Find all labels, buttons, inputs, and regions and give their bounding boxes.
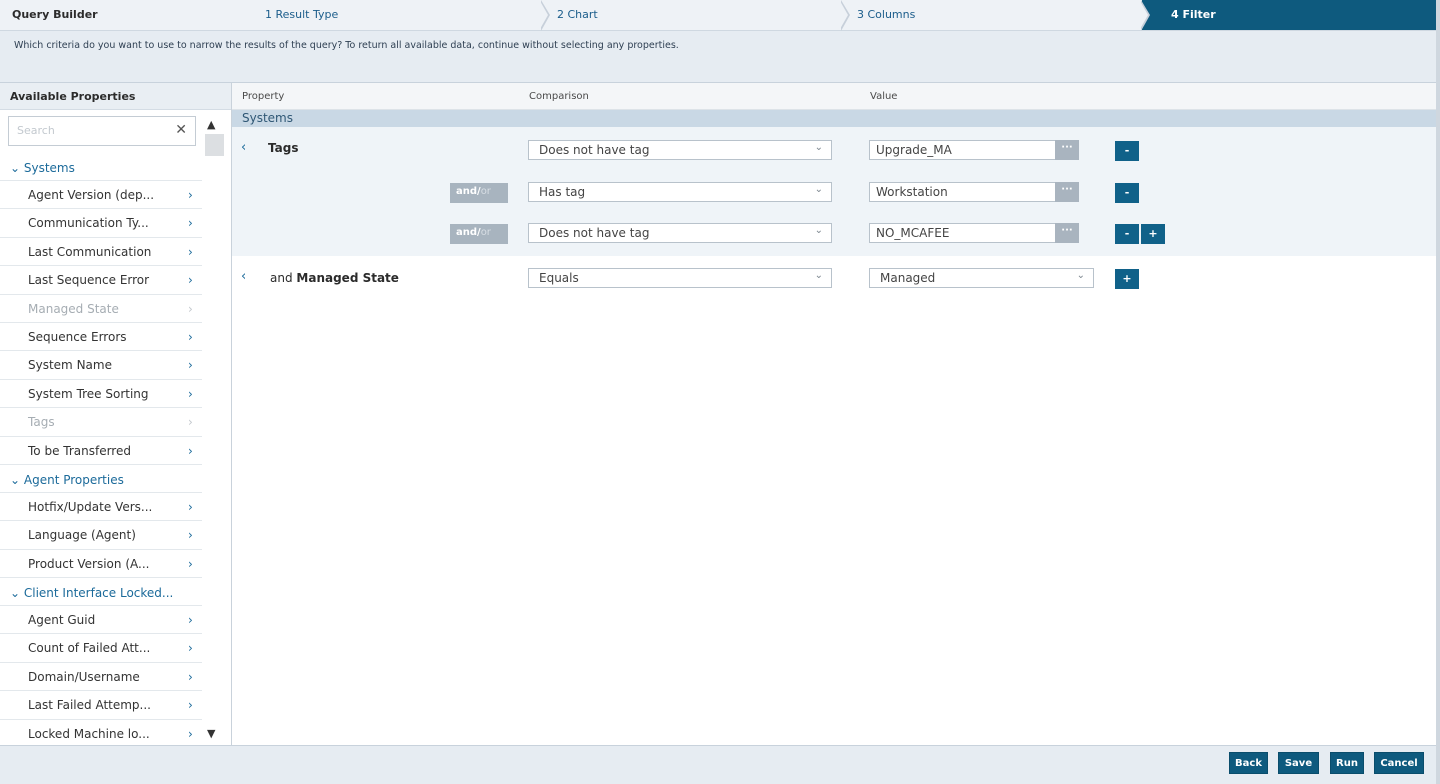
- available-properties-title: Available Properties: [0, 83, 231, 110]
- chevron-right-icon: ›: [188, 188, 193, 202]
- window-edge: [1436, 0, 1440, 784]
- list-item[interactable]: Domain/Username ›: [0, 663, 202, 692]
- chevron-right-icon: ›: [188, 556, 193, 571]
- list-item: Tags ›: [0, 408, 202, 437]
- chevron-right-icon: ›: [188, 669, 193, 684]
- section-systems: Systems: [232, 110, 1436, 127]
- value-select[interactable]: Managed ⌄: [869, 268, 1094, 288]
- chevron-down-icon[interactable]: ▼: [207, 727, 215, 740]
- chevron-right-icon: ›: [188, 528, 193, 543]
- list-item[interactable]: Agent Version (dep... ›: [0, 181, 202, 210]
- property-list: ⌄ Systems Agent Version (dep... › Communi…: [0, 153, 202, 749]
- comparison-select[interactable]: Does not have tag ⌄: [528, 223, 832, 243]
- list-item[interactable]: Communication Ty... ›: [0, 209, 202, 238]
- comparison-select[interactable]: Does not have tag ⌄: [528, 140, 832, 160]
- chevron-down-icon: ⌄: [814, 142, 823, 153]
- chevron-right-icon: ›: [188, 301, 193, 316]
- chevron-right-icon: ›: [188, 273, 193, 288]
- group-agent-properties[interactable]: ⌄ Agent Properties: [0, 465, 202, 493]
- chevron-left-icon[interactable]: ‹: [241, 140, 246, 155]
- chevron-right-icon: ›: [188, 329, 193, 344]
- andor-toggle[interactable]: and/or: [450, 183, 508, 203]
- chevron-left-icon[interactable]: ‹: [241, 269, 246, 284]
- list-item[interactable]: Hotfix/Update Vers... ›: [0, 493, 202, 522]
- step-chart[interactable]: 2 Chart: [542, 0, 850, 31]
- group-systems[interactable]: ⌄ Systems: [0, 153, 202, 181]
- chevron-right-icon: ›: [188, 613, 193, 628]
- browse-button[interactable]: ···: [1055, 223, 1079, 243]
- chevron-right-icon: ›: [188, 499, 193, 514]
- value-input[interactable]: NO_MCAFEE: [869, 223, 1056, 243]
- back-button[interactable]: Back: [1229, 752, 1268, 774]
- browse-button[interactable]: ···: [1055, 182, 1079, 202]
- chevron-right-icon: ›: [188, 415, 193, 430]
- list-item[interactable]: Count of Failed Att... ›: [0, 634, 202, 663]
- remove-row-button[interactable]: -: [1115, 224, 1139, 244]
- step-columns[interactable]: 3 Columns: [842, 0, 1150, 31]
- property-managed-state: and Managed State: [270, 271, 399, 285]
- chevron-right-icon: ›: [188, 244, 193, 259]
- chevron-down-icon: ⌄: [1076, 270, 1085, 281]
- save-button[interactable]: Save: [1278, 752, 1319, 774]
- chevron-down-icon: ⌄: [814, 225, 823, 236]
- filter-panel: Property Comparison Value Systems ‹ Tags…: [232, 83, 1436, 745]
- instruction-band: Which criteria do you want to use to nar…: [0, 31, 1440, 83]
- list-item[interactable]: Locked Machine lo... ›: [0, 720, 202, 749]
- column-headers: Property Comparison Value: [232, 83, 1436, 110]
- list-item[interactable]: Sequence Errors ›: [0, 323, 202, 352]
- comparison-select[interactable]: Has tag ⌄: [528, 182, 832, 202]
- property-tags: Tags: [268, 141, 299, 155]
- column-value: Value: [870, 91, 898, 102]
- run-button[interactable]: Run: [1330, 752, 1364, 774]
- step-filter[interactable]: 4 Filter: [1142, 0, 1440, 30]
- chevron-right-icon: ›: [188, 358, 193, 373]
- chevron-up-icon[interactable]: ▲: [207, 118, 215, 131]
- column-property: Property: [242, 91, 285, 102]
- list-item: Managed State ›: [0, 295, 202, 323]
- remove-row-button[interactable]: -: [1115, 141, 1139, 161]
- step-result-type[interactable]: 1 Result Type: [250, 0, 550, 31]
- list-item[interactable]: Last Sequence Error ›: [0, 266, 202, 295]
- search-input[interactable]: [9, 117, 169, 143]
- chevron-right-icon: ›: [188, 386, 193, 401]
- column-comparison: Comparison: [529, 91, 589, 102]
- list-item[interactable]: System Name ›: [0, 351, 202, 380]
- andor-toggle[interactable]: and/or: [450, 224, 508, 244]
- list-item[interactable]: To be Transferred ›: [0, 437, 202, 465]
- list-item[interactable]: System Tree Sorting ›: [0, 380, 202, 409]
- list-item[interactable]: Product Version (A... ›: [0, 550, 202, 579]
- instruction-text: Which criteria do you want to use to nar…: [14, 40, 679, 51]
- footer-bar: Back Save Run Cancel: [0, 745, 1440, 784]
- browse-button[interactable]: ···: [1055, 140, 1079, 160]
- list-item[interactable]: Agent Guid ›: [0, 606, 202, 635]
- search-box: ✕: [8, 116, 196, 146]
- add-row-button[interactable]: +: [1115, 269, 1139, 289]
- chevron-right-icon: ›: [188, 698, 193, 713]
- scrollbar-thumb[interactable]: [205, 134, 224, 156]
- close-icon[interactable]: ✕: [175, 122, 187, 138]
- chevron-right-icon: ›: [188, 216, 193, 231]
- chevron-right-icon: ›: [188, 443, 193, 458]
- list-item[interactable]: Language (Agent) ›: [0, 521, 202, 550]
- list-item[interactable]: Last Communication ›: [0, 238, 202, 267]
- list-item[interactable]: Last Failed Attemp... ›: [0, 691, 202, 720]
- cancel-button[interactable]: Cancel: [1374, 752, 1424, 774]
- value-input[interactable]: Upgrade_MA: [869, 140, 1056, 160]
- chevron-right-icon: ›: [188, 726, 193, 741]
- wizard-steps: Query Builder 1 Result Type 2 Chart 3 Co…: [0, 0, 1440, 31]
- add-row-button[interactable]: +: [1141, 224, 1165, 244]
- available-properties-panel: Available Properties ✕ ▲ ▼ ⌄ Systems Age…: [0, 83, 232, 749]
- comparison-select[interactable]: Equals ⌄: [528, 268, 832, 288]
- group-client-interface-locked[interactable]: ⌄ Client Interface Locked...: [0, 578, 202, 607]
- value-input[interactable]: Workstation: [869, 182, 1056, 202]
- chevron-down-icon: ⌄: [814, 184, 823, 195]
- chevron-right-icon: ›: [188, 641, 193, 656]
- chevron-down-icon: ⌄: [814, 270, 823, 281]
- tags-filter-block: ‹ Tags Does not have tag ⌄ Upgrade_MA ···…: [232, 127, 1436, 256]
- wizard-title: Query Builder: [12, 8, 98, 21]
- remove-row-button[interactable]: -: [1115, 183, 1139, 203]
